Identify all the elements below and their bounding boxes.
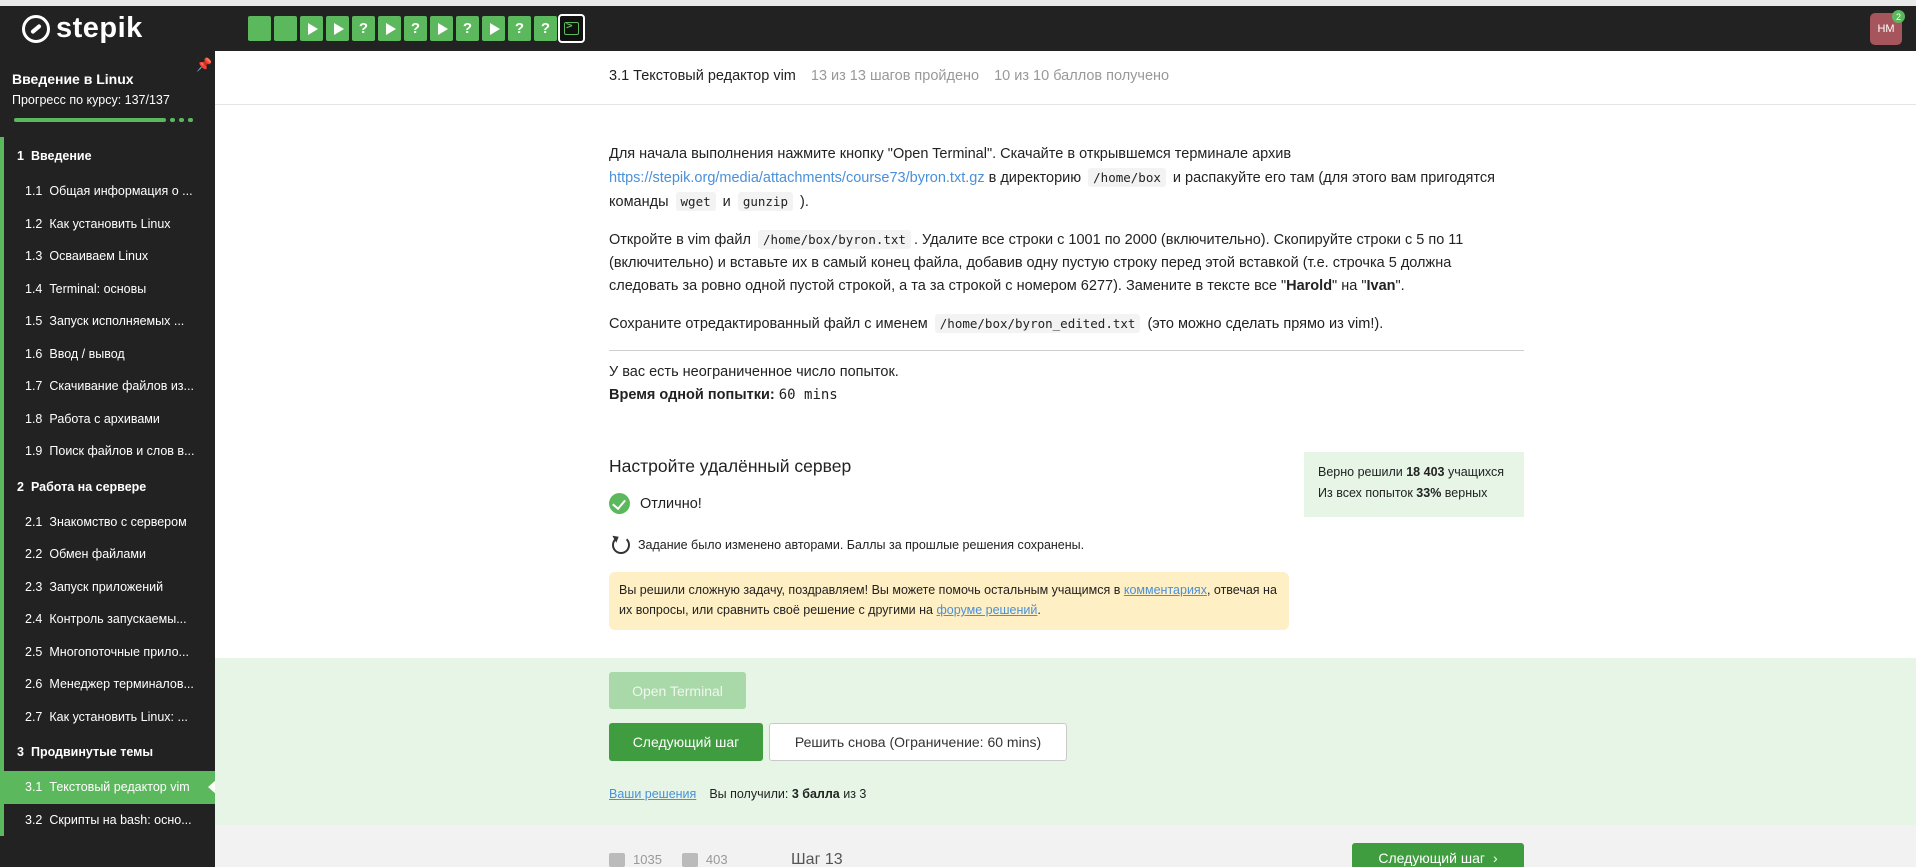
step-navigation: ?????: [248, 14, 585, 43]
next-step-button[interactable]: Следующий шаг: [609, 723, 763, 761]
sidebar-section-1[interactable]: 1 Введение: [0, 137, 215, 175]
sidebar-item-1-8[interactable]: 1.8 Работа с архивами: [0, 402, 215, 435]
step-6-play-icon[interactable]: [378, 16, 401, 41]
sidebar-item-2-7[interactable]: 2.7 Как установить Linux: ...: [0, 700, 215, 733]
step-10-play-icon[interactable]: [482, 16, 505, 41]
task-paragraph-1: Для начала выполнения нажмите кнопку "Op…: [609, 146, 1495, 211]
sidebar-item-2-6[interactable]: 2.6 Менеджер терминалов...: [0, 668, 215, 701]
stepik-logo-text: stepik: [56, 12, 143, 44]
notification-badge: 2: [1892, 10, 1905, 23]
likes-count: 1035: [633, 852, 662, 867]
step-3-play-icon[interactable]: [300, 16, 323, 41]
quiz-title: Настройте удалённый сервер: [609, 456, 852, 476]
step-13-terminal-icon[interactable]: [558, 14, 585, 43]
retry-button[interactable]: Решить снова (Ограничение: 60 mins): [769, 723, 1067, 761]
sidebar-item-1-7[interactable]: 1.7 Скачивание файлов из...: [0, 370, 215, 403]
sidebar-item-1-5[interactable]: 1.5 Запуск исполняемых ...: [0, 305, 215, 338]
sidebar-item-2-4[interactable]: 2.4 Контроль запускаемы...: [0, 603, 215, 636]
sidebar-item-1-2[interactable]: 1.2 Как установить Linux: [0, 207, 215, 240]
thumbs-up-icon[interactable]: [609, 852, 625, 867]
sidebar-item-2-3[interactable]: 2.3 Запуск приложений: [0, 570, 215, 603]
task-paragraph-2: Откройте в vim файл /home/box/byron.txt.…: [609, 230, 1464, 294]
refresh-icon: [612, 536, 630, 554]
step-5-question-icon[interactable]: ?: [352, 16, 375, 41]
step-2-square-icon[interactable]: [274, 16, 297, 41]
congrats-banner: Вы решили сложную задачу, поздравляем! В…: [609, 572, 1289, 630]
votes: 1035 403: [609, 852, 728, 867]
code-byron-txt: /home/box/byron.txt: [757, 230, 911, 249]
sidebar-item-1-3[interactable]: 1.3 Осваиваем Linux: [0, 240, 215, 273]
code-wget: wget: [675, 192, 716, 211]
user-initials: НМ: [1877, 23, 1895, 35]
sidebar-item-3-1[interactable]: 3.1 Текстовый редактор vim: [0, 771, 216, 804]
sidebar-item-2-2[interactable]: 2.2 Обмен файлами: [0, 538, 215, 571]
solved-count: Верно решили 18 403 учащихся: [1318, 465, 1505, 479]
task-description: Для начала выполнения нажмите кнопку "Op…: [609, 143, 1524, 350]
sidebar-item-1-4[interactable]: 1.4 Terminal: основы: [0, 272, 215, 305]
open-terminal-button[interactable]: Open Terminal: [609, 672, 746, 709]
step-9-question-icon[interactable]: ?: [456, 16, 479, 41]
attempt-time: Время одной попытки: 60 mins: [609, 387, 838, 403]
solutions-forum-link[interactable]: форуме решений: [936, 603, 1037, 617]
sidebar-section-2[interactable]: 2 Работа на сервере: [0, 467, 215, 506]
sidebar-item-1-6[interactable]: 1.6 Ввод / вывод: [0, 337, 215, 370]
stepik-logo[interactable]: stepik: [22, 12, 143, 45]
step-1-square-icon[interactable]: [248, 16, 271, 41]
footer-next-step-button[interactable]: Следующий шаг ›: [1352, 843, 1524, 867]
sidebar-nav: 1 Введение 1.1 Общая информация о ... 1.2 Как…: [0, 137, 216, 836]
sidebar-item-2-5[interactable]: 2.5 Многопоточные прило...: [0, 635, 215, 668]
attempts-info: У вас есть неограниченное число попыток.…: [609, 361, 899, 407]
sidebar-item-1-9[interactable]: 1.9 Поиск файлов и слов в...: [0, 435, 215, 468]
step-7-question-icon[interactable]: ?: [404, 16, 427, 41]
solutions-row: Ваши решения Вы получили: 3 балла из 3: [609, 787, 866, 801]
steps-done: 13 из 13 шагов пройдено: [810, 68, 980, 84]
task-changed-notice: Задание было изменено авторами. Баллы за…: [612, 536, 1084, 554]
code-home-box: /home/box: [1088, 168, 1166, 187]
result-status: Отлично!: [609, 493, 702, 514]
score-received: 10 из 10 баллов получено: [994, 68, 1170, 84]
sidebar-item-2-1[interactable]: 2.1 Знакомство с сервером: [0, 505, 215, 538]
points-received: Вы получили: 3 балла из 3: [709, 787, 867, 801]
sidebar-section-3[interactable]: 3 Продвинутые темы: [0, 733, 215, 771]
comments-link[interactable]: комментариях: [1124, 583, 1207, 597]
lesson-header: 3.1 Текстовый редактор vim 13 из 13 шаго…: [609, 68, 1169, 84]
course-title[interactable]: Введение в Linux: [12, 71, 134, 87]
solve-stats: Верно решили 18 403 учащихся Из всех поп…: [1304, 452, 1524, 517]
attempts-text: У вас есть неограниченное число попыток.: [609, 364, 899, 380]
step-8-play-icon[interactable]: [430, 16, 453, 41]
task-paragraph-3: Сохраните отредактированный файл с имене…: [609, 314, 1384, 333]
result-status-text: Отлично!: [640, 495, 702, 512]
course-progress-text: Прогресс по курсу: 137/137: [12, 93, 170, 107]
code-byron-edited: /home/box/byron_edited.txt: [934, 314, 1141, 333]
archive-link[interactable]: https://stepik.org/media/attachments/cou…: [609, 170, 985, 186]
task-separator: [609, 350, 1524, 351]
step-12-question-icon[interactable]: ?: [534, 16, 557, 41]
code-gunzip: gunzip: [737, 192, 793, 211]
check-circle-icon: [609, 493, 630, 514]
sidebar-item-3-2[interactable]: 3.2 Скрипты на bash: осно...: [0, 803, 215, 836]
sidebar-item-1-1[interactable]: 1.1 Общая информация о ...: [0, 175, 215, 208]
lesson-title: 3.1 Текстовый редактор vim: [609, 68, 796, 84]
dislikes-count: 403: [705, 852, 728, 867]
pin-icon[interactable]: 📌: [196, 57, 212, 73]
header-divider: [215, 104, 1916, 105]
your-solutions-link[interactable]: Ваши решения: [609, 787, 696, 801]
step-4-play-icon[interactable]: [326, 16, 349, 41]
course-sidebar: 📌 Введение в Linux Прогресс по курсу: 13…: [0, 51, 216, 867]
course-progress-dots: [170, 118, 193, 122]
step-number: Шаг 13: [791, 851, 843, 867]
course-progress-bar: [14, 118, 166, 122]
stepik-logo-icon: [22, 14, 50, 43]
task-changed-text: Задание было изменено авторами. Баллы за…: [638, 538, 1085, 552]
chevron-right-icon: ›: [1492, 850, 1498, 866]
step-footer: [215, 825, 1916, 867]
top-navbar: stepik ????? НМ 2: [0, 6, 1916, 51]
success-rate: Из всех попыток 33% верных: [1318, 486, 1488, 500]
thumbs-down-icon[interactable]: [681, 852, 698, 867]
step-11-question-icon[interactable]: ?: [508, 16, 531, 41]
user-avatar[interactable]: НМ 2: [1870, 10, 1905, 45]
